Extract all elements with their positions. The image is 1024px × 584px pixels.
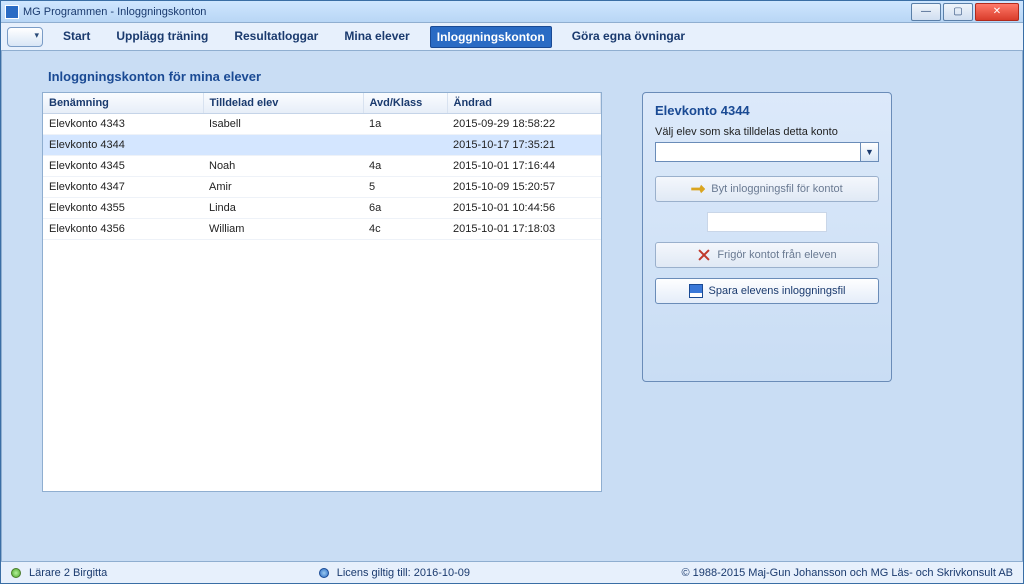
table-cell: 1a (363, 114, 447, 135)
app-icon (5, 5, 19, 19)
accounts-table: BenämningTilldelad elevAvd/KlassÄndrad E… (42, 92, 602, 492)
table-header[interactable]: Tilldelad elev (203, 93, 363, 114)
table-cell: Elevkonto 4355 (43, 198, 203, 219)
minimize-button[interactable]: — (911, 3, 941, 21)
table-row[interactable]: Elevkonto 4356William4c2015-10-01 17:18:… (43, 219, 601, 240)
table-cell: 2015-10-01 10:44:56 (447, 198, 601, 219)
table-cell (203, 135, 363, 156)
table-cell: Elevkonto 4344 (43, 135, 203, 156)
release-account-label: Frigör kontot från eleven (717, 249, 836, 261)
table-cell: William (203, 219, 363, 240)
change-login-file-button: Byt inloggningsfil för kontot (655, 176, 879, 202)
app-window: MG Programmen - Inloggningskonton — ▢ ✕ … (0, 0, 1024, 584)
table-cell: Noah (203, 156, 363, 177)
table-row[interactable]: Elevkonto 4345Noah4a2015-10-01 17:16:44 (43, 156, 601, 177)
delete-icon (697, 248, 711, 262)
panel-instruction: Välj elev som ska tilldelas detta konto (655, 126, 879, 138)
table-cell: 4a (363, 156, 447, 177)
menu-items: Start Upplägg träning Resultatloggar Mina e… (57, 26, 691, 48)
table-row[interactable]: Elevkonto 4344 2015-10-17 17:35:21 (43, 135, 601, 156)
chevron-down-icon[interactable]: ▼ (861, 142, 879, 162)
table-row[interactable]: Elevkonto 4355Linda6a2015-10-01 10:44:56 (43, 198, 601, 219)
table-cell: 2015-10-01 17:18:03 (447, 219, 601, 240)
menu-item-start[interactable]: Start (57, 26, 96, 48)
statusbar: Lärare 2 Birgitta Licens giltig till: 20… (1, 561, 1023, 583)
table-header[interactable]: Avd/Klass (363, 93, 447, 114)
status-indicator-icon (11, 568, 21, 578)
change-login-file-label: Byt inloggningsfil för kontot (711, 183, 842, 195)
menu-item-g-ra-egna-vningar[interactable]: Göra egna övningar (566, 26, 691, 48)
release-account-button: Frigör kontot från eleven (655, 242, 879, 268)
status-user: Lärare 2 Birgitta (29, 567, 107, 579)
table-cell: 6a (363, 198, 447, 219)
status-copyright: © 1988-2015 Maj-Gun Johansson och MG Läs… (681, 567, 1013, 579)
table-cell: 2015-09-29 18:58:22 (447, 114, 601, 135)
table-cell: Elevkonto 4347 (43, 177, 203, 198)
table-header[interactable]: Benämning (43, 93, 203, 114)
table-row[interactable]: Elevkonto 4347Amir52015-10-09 15:20:57 (43, 177, 601, 198)
table-cell (363, 135, 447, 156)
table-cell: 4c (363, 219, 447, 240)
menu-item-mina-elever[interactable]: Mina elever (338, 26, 415, 48)
page-heading: Inloggningskonton för mina elever (48, 69, 982, 84)
menu-item-inloggningskonton[interactable]: Inloggningskonton (430, 26, 552, 48)
close-button[interactable]: ✕ (975, 3, 1019, 21)
licence-indicator-icon (319, 568, 329, 578)
blank-field (707, 212, 827, 232)
titlebar: MG Programmen - Inloggningskonton — ▢ ✕ (1, 1, 1023, 23)
table-cell: Linda (203, 198, 363, 219)
menubar: Start Upplägg träning Resultatloggar Mina e… (1, 23, 1023, 51)
table-cell: 2015-10-09 15:20:57 (447, 177, 601, 198)
save-login-file-button[interactable]: Spara elevens inloggningsfil (655, 278, 879, 304)
app-menu-orb[interactable] (7, 27, 43, 47)
maximize-button[interactable]: ▢ (943, 3, 973, 21)
window-title: MG Programmen - Inloggningskonton (23, 6, 206, 18)
panel-title: Elevkonto 4344 (655, 103, 879, 118)
table-cell: Elevkonto 4345 (43, 156, 203, 177)
table-cell: Isabell (203, 114, 363, 135)
table-row[interactable]: Elevkonto 4343Isabell1a2015-09-29 18:58:… (43, 114, 601, 135)
save-login-file-label: Spara elevens inloggningsfil (709, 285, 846, 297)
table-cell: Amir (203, 177, 363, 198)
table-cell: 2015-10-17 17:35:21 (447, 135, 601, 156)
table-cell: Elevkonto 4356 (43, 219, 203, 240)
student-dropdown-input[interactable] (655, 142, 861, 162)
menu-item-resultatloggar[interactable]: Resultatloggar (228, 26, 324, 48)
menu-item-uppl-gg-tr-ning[interactable]: Upplägg träning (110, 26, 214, 48)
table-cell: 2015-10-01 17:16:44 (447, 156, 601, 177)
account-detail-panel: Elevkonto 4344 Välj elev som ska tilldel… (642, 92, 892, 382)
save-icon (689, 284, 703, 298)
table-header-row: BenämningTilldelad elevAvd/KlassÄndrad (43, 93, 601, 114)
status-licence: Licens giltig till: 2016-10-09 (337, 567, 470, 579)
table-header[interactable]: Ändrad (447, 93, 601, 114)
student-dropdown[interactable]: ▼ (655, 142, 879, 162)
key-icon (691, 182, 705, 196)
window-buttons: — ▢ ✕ (909, 3, 1019, 21)
table-cell: Elevkonto 4343 (43, 114, 203, 135)
content-area: Inloggningskonton för mina elever Benämn… (1, 51, 1023, 561)
table-cell: 5 (363, 177, 447, 198)
table-body: Elevkonto 4343Isabell1a2015-09-29 18:58:… (43, 114, 601, 240)
